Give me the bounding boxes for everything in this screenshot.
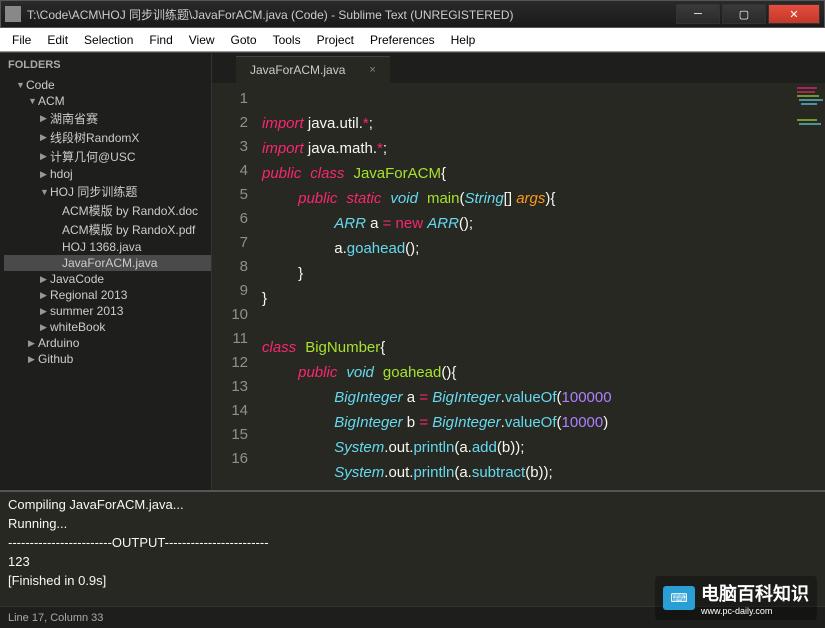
line-number: 7	[212, 231, 248, 255]
tree-item-label: Arduino	[38, 336, 79, 350]
menu-tools[interactable]: Tools	[265, 31, 309, 49]
chevron-right-icon: ▶	[40, 132, 50, 143]
menu-view[interactable]: View	[181, 31, 223, 49]
chevron-right-icon: ▶	[40, 322, 50, 333]
window-title: T:\Code\ACM\HOJ 同步训练题\JavaForACM.java (C…	[27, 6, 674, 23]
chevron-down-icon: ▼	[16, 80, 26, 90]
tree-item[interactable]: ▶whiteBook	[4, 319, 211, 335]
tree-item[interactable]: ▼Code	[4, 77, 211, 93]
code-content[interactable]: import java.util.*; import java.math.*; …	[258, 83, 825, 490]
line-number: 16	[212, 447, 248, 471]
tree-item-label: JavaCode	[50, 272, 104, 286]
chevron-down-icon: ▼	[40, 187, 50, 197]
menu-help[interactable]: Help	[443, 31, 484, 49]
watermark-text: 电脑百科知识	[701, 580, 809, 606]
chevron-right-icon: ▶	[40, 306, 50, 317]
window-buttons: ─ ▢ ✕	[674, 4, 820, 24]
tab-label: JavaForACM.java	[250, 63, 345, 77]
tree-item-label: HOJ 1368.java	[62, 240, 141, 254]
line-number: 15	[212, 423, 248, 447]
tree-item[interactable]: ▼HOJ 同步训练题	[4, 182, 211, 201]
status-position: Line 17, Column 33	[8, 612, 103, 624]
folder-tree: ▼Code▼ACM▶湖南省赛▶线段树RandomX▶计算几何@USC▶hdoj▼…	[0, 77, 211, 367]
menu-edit[interactable]: Edit	[39, 31, 76, 49]
line-number: 2	[212, 111, 248, 135]
main-area: FOLDERS ▼Code▼ACM▶湖南省赛▶线段树RandomX▶计算几何@U…	[0, 52, 825, 490]
tree-item[interactable]: ▶Regional 2013	[4, 287, 211, 303]
sidebar: FOLDERS ▼Code▼ACM▶湖南省赛▶线段树RandomX▶计算几何@U…	[0, 53, 212, 490]
editor-area: JavaForACM.java × 1234567891011121314151…	[212, 53, 825, 490]
window-titlebar: T:\Code\ACM\HOJ 同步训练题\JavaForACM.java (C…	[0, 0, 825, 28]
app-icon	[5, 6, 21, 22]
menu-project[interactable]: Project	[309, 31, 362, 49]
watermark: ⌨ 电脑百科知识 www.pc-daily.com	[655, 576, 817, 620]
tree-item-label: whiteBook	[50, 320, 105, 334]
menu-selection[interactable]: Selection	[76, 31, 141, 49]
line-number: 8	[212, 255, 248, 279]
tree-item-label: Github	[38, 352, 73, 366]
tree-item-label: 湖南省赛	[50, 110, 98, 127]
line-number: 3	[212, 135, 248, 159]
watermark-icon: ⌨	[663, 586, 695, 610]
line-number: 12	[212, 351, 248, 375]
tree-item-label: JavaForACM.java	[62, 256, 157, 270]
code-editor[interactable]: 12345678910111213141516 import java.util…	[212, 83, 825, 490]
tree-item[interactable]: ▶Arduino	[4, 335, 211, 351]
tree-item-label: 线段树RandomX	[50, 129, 139, 146]
minimap[interactable]	[795, 83, 825, 490]
line-number: 10	[212, 303, 248, 327]
minimize-button[interactable]: ─	[676, 4, 720, 24]
menu-file[interactable]: File	[4, 31, 39, 49]
tree-item[interactable]: ▶线段树RandomX	[4, 128, 211, 147]
line-number: 13	[212, 375, 248, 399]
tree-item[interactable]: ACM模版 by RandoX.doc	[4, 201, 211, 220]
tree-item[interactable]: ▶湖南省赛	[4, 109, 211, 128]
chevron-right-icon: ▶	[28, 338, 38, 349]
sidebar-header: FOLDERS	[0, 53, 211, 77]
tree-item-label: ACM模版 by RandoX.pdf	[62, 221, 195, 238]
tab-javaforacm[interactable]: JavaForACM.java ×	[236, 56, 390, 83]
tree-item[interactable]: ▼ACM	[4, 93, 211, 109]
tree-item[interactable]: JavaForACM.java	[4, 255, 211, 271]
line-number: 1	[212, 87, 248, 111]
tree-item-label: Regional 2013	[50, 288, 127, 302]
line-number: 9	[212, 279, 248, 303]
line-number: 11	[212, 327, 248, 351]
chevron-right-icon: ▶	[28, 354, 38, 365]
tree-item-label: summer 2013	[50, 304, 123, 318]
tree-item[interactable]: ACM模版 by RandoX.pdf	[4, 220, 211, 239]
chevron-right-icon: ▶	[40, 113, 50, 124]
chevron-right-icon: ▶	[40, 274, 50, 285]
tab-close-icon[interactable]: ×	[369, 64, 375, 76]
tree-item[interactable]: HOJ 1368.java	[4, 239, 211, 255]
chevron-right-icon: ▶	[40, 151, 50, 162]
line-gutter: 12345678910111213141516	[212, 83, 258, 490]
maximize-button[interactable]: ▢	[722, 4, 766, 24]
tree-item[interactable]: ▶hdoj	[4, 166, 211, 182]
tree-item[interactable]: ▶Github	[4, 351, 211, 367]
menu-find[interactable]: Find	[141, 31, 180, 49]
line-number: 6	[212, 207, 248, 231]
close-button[interactable]: ✕	[768, 4, 820, 24]
menu-goto[interactable]: Goto	[223, 31, 265, 49]
tree-item[interactable]: ▶JavaCode	[4, 271, 211, 287]
tree-item-label: ACM模版 by RandoX.doc	[62, 202, 198, 219]
tree-item-label: Code	[26, 78, 55, 92]
line-number: 14	[212, 399, 248, 423]
menubar: File Edit Selection Find View Goto Tools…	[0, 28, 825, 52]
chevron-down-icon: ▼	[28, 96, 38, 106]
line-number: 4	[212, 159, 248, 183]
tree-item-label: hdoj	[50, 167, 73, 181]
tree-item[interactable]: ▶计算几何@USC	[4, 147, 211, 166]
tree-item-label: HOJ 同步训练题	[50, 183, 137, 200]
chevron-right-icon: ▶	[40, 169, 50, 180]
watermark-url: www.pc-daily.com	[701, 606, 809, 616]
tree-item[interactable]: ▶summer 2013	[4, 303, 211, 319]
tree-item-label: ACM	[38, 94, 65, 108]
menu-preferences[interactable]: Preferences	[362, 31, 443, 49]
chevron-right-icon: ▶	[40, 290, 50, 301]
tree-item-label: 计算几何@USC	[50, 148, 136, 165]
tab-bar: JavaForACM.java ×	[212, 53, 825, 83]
line-number: 5	[212, 183, 248, 207]
